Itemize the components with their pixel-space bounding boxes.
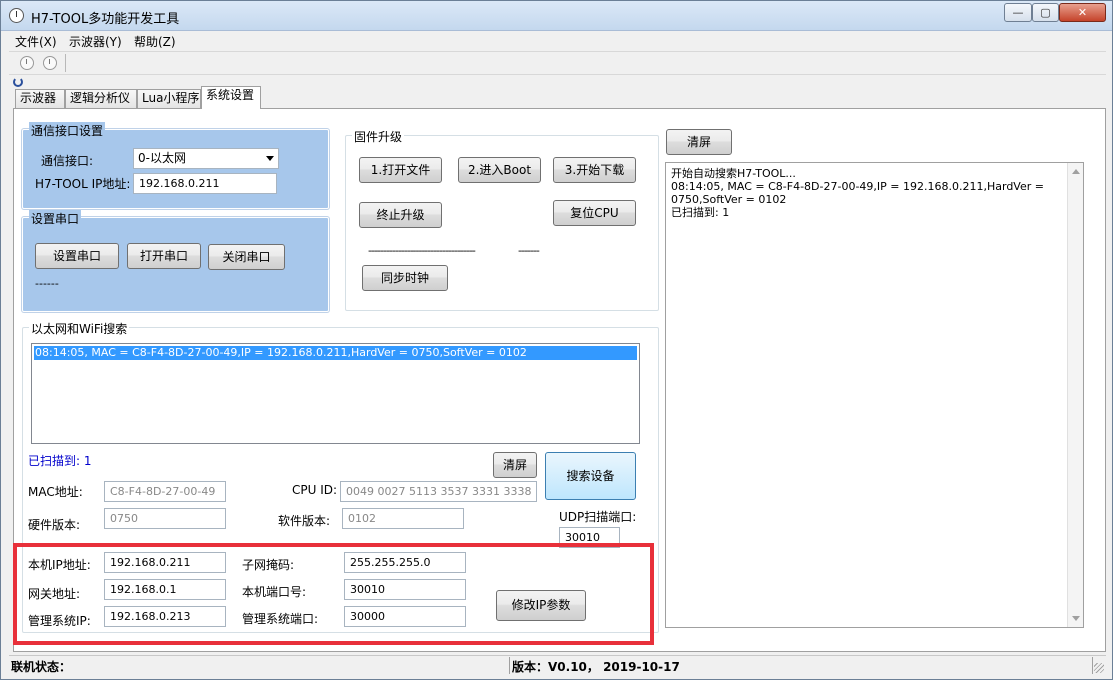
menu-bar: 文件(X) 示波器(Y) 帮助(Z): [9, 32, 1106, 50]
tab-oscilloscope[interactable]: 示波器: [15, 89, 65, 108]
sync-clock-button[interactable]: 同步时钟: [362, 265, 448, 291]
cpuid-label: CPU ID:: [292, 483, 338, 497]
sw-version-field[interactable]: 0102: [342, 508, 464, 529]
found-count: 已扫描到: 1: [28, 454, 92, 468]
clear-log-button[interactable]: 清屏: [666, 129, 732, 155]
app-window: H7-TOOL多功能开发工具 — ▢ ✕ 文件(X) 示波器(Y) 帮助(Z) …: [0, 0, 1113, 680]
chevron-down-icon: [266, 156, 274, 161]
minimize-button[interactable]: —: [1004, 3, 1032, 22]
tab-logic-analyzer[interactable]: 逻辑分析仪: [65, 89, 137, 108]
comm-interface-title: 通信接口设置: [29, 122, 106, 139]
log-line: 08:14:05, MAC = C8-F4-8D-27-00-49,IP = 1…: [671, 180, 1044, 193]
clock-icon[interactable]: [43, 56, 57, 70]
interface-select-value: 0-以太网: [138, 151, 186, 165]
enter-boot-button[interactable]: 2.进入Boot: [458, 157, 541, 183]
hw-version-label: 硬件版本:: [28, 518, 81, 532]
list-item[interactable]: 08:14:05, MAC = C8-F4-8D-27-00-49,IP = 1…: [34, 346, 637, 360]
tab-system-settings[interactable]: 系统设置: [201, 86, 261, 109]
maximize-button[interactable]: ▢: [1032, 3, 1059, 22]
serial-title: 设置串口: [29, 210, 82, 227]
title-bar[interactable]: H7-TOOL多功能开发工具 — ▢ ✕: [1, 1, 1112, 31]
hw-version-field[interactable]: 0750: [104, 508, 226, 529]
menu-file[interactable]: 文件(X): [15, 33, 57, 50]
toolbar-separator: [65, 54, 66, 72]
scroll-down-icon[interactable]: [1072, 616, 1080, 621]
comm-interface-group: 通信接口设置 通信接口: 0-以太网 H7-TOOL IP地址: 192.168…: [22, 122, 329, 209]
firmware-group: 固件升级 1.打开文件 2.进入Boot 3.开始下载 终止升级 复位CPU -…: [345, 128, 659, 311]
device-list[interactable]: 08:14:05, MAC = C8-F4-8D-27-00-49,IP = 1…: [31, 343, 640, 444]
start-download-button[interactable]: 3.开始下载: [553, 157, 636, 183]
resize-grip-icon[interactable]: [1094, 663, 1104, 673]
mac-field[interactable]: C8-F4-8D-27-00-49: [104, 481, 226, 502]
menu-oscilloscope[interactable]: 示波器(Y): [69, 33, 122, 50]
tab-lua[interactable]: Lua小程序: [137, 89, 201, 108]
clock-icon[interactable]: [20, 56, 34, 70]
close-serial-button[interactable]: 关闭串口: [208, 244, 285, 270]
setup-serial-button[interactable]: 设置串口: [35, 243, 119, 269]
version-info: 版本：V0.10， 2019-10-17: [512, 660, 680, 674]
status-bar: 联机状态： 版本：V0.10， 2019-10-17: [9, 655, 1106, 675]
stop-upgrade-button[interactable]: 终止升级: [359, 202, 442, 228]
ip-label: H7-TOOL IP地址:: [35, 177, 131, 191]
serial-status: ------: [35, 277, 59, 290]
status-separator: [1092, 657, 1093, 674]
status-separator: [509, 657, 510, 674]
log-line: 开始自动搜索H7-TOOL...: [671, 167, 796, 180]
cpuid-field[interactable]: 0049 0027 5113 3537 3331 3338: [340, 481, 537, 502]
log-output[interactable]: 开始自动搜索H7-TOOL... 08:14:05, MAC = C8-F4-8…: [665, 162, 1084, 628]
upgrade-progress-text: ------------------------------------: [368, 244, 476, 257]
search-title: 以太网和WiFi搜索: [29, 320, 130, 337]
udp-port-label: UDP扫描端口:: [559, 510, 637, 524]
search-device-button[interactable]: 搜索设备: [545, 452, 636, 500]
serial-group: 设置串口 设置串口 打开串口 关闭串口 ------: [22, 210, 329, 312]
close-button[interactable]: ✕: [1059, 3, 1106, 22]
log-line: 0750,SoftVer = 0102: [671, 193, 787, 206]
clear-search-button[interactable]: 清屏: [493, 452, 537, 478]
reset-cpu-button[interactable]: 复位CPU: [553, 200, 636, 226]
interface-label: 通信接口:: [41, 154, 94, 168]
log-line: 已扫描到: 1: [671, 206, 730, 219]
scroll-up-icon[interactable]: [1072, 169, 1080, 174]
menu-help[interactable]: 帮助(Z): [134, 33, 176, 50]
mac-label: MAC地址:: [28, 485, 83, 499]
app-clock-icon: [9, 8, 24, 23]
connection-status: 联机状态：: [11, 660, 72, 674]
window-title: H7-TOOL多功能开发工具: [31, 12, 180, 27]
toolbar: [9, 51, 1106, 75]
open-file-button[interactable]: 1.打开文件: [359, 157, 442, 183]
refresh-icon: [13, 77, 23, 87]
firmware-title: 固件升级: [352, 128, 405, 145]
log-scrollbar[interactable]: [1067, 163, 1083, 627]
highlight-box: [13, 543, 654, 645]
tool-ip-input[interactable]: 192.168.0.211: [133, 173, 277, 194]
interface-select[interactable]: 0-以太网: [133, 148, 279, 169]
open-serial-button[interactable]: 打开串口: [127, 243, 201, 269]
sw-version-label: 软件版本:: [278, 514, 331, 528]
upgrade-progress-text-2: -------: [518, 244, 540, 257]
